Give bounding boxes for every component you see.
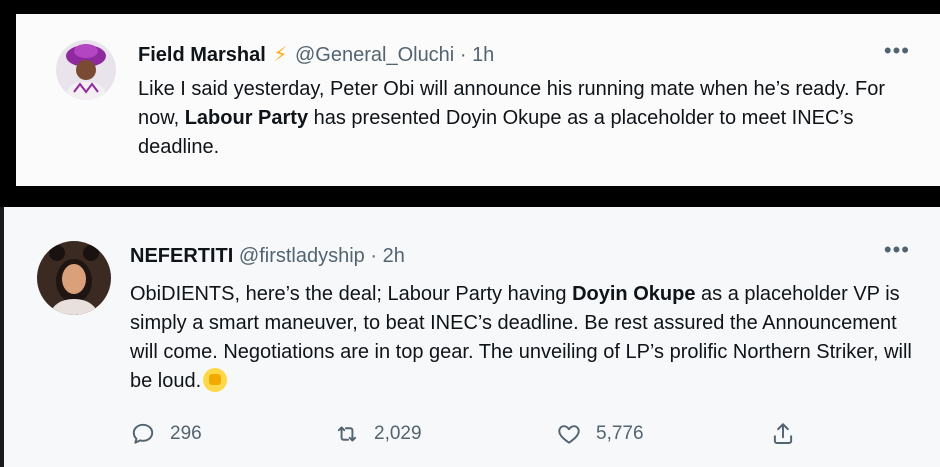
share-icon [773,423,793,444]
like-button[interactable]: 5,776 [556,421,644,447]
handle[interactable]: @firstladyship [239,245,365,267]
retweet-icon [337,426,357,442]
separator-dot: · [459,44,467,66]
tweet-actions: 296 2,029 5,776 [130,421,830,451]
heart-icon [558,425,580,444]
more-options-icon[interactable]: ••• [884,38,910,64]
retweet-count: 2,029 [374,423,422,444]
display-name[interactable]: Field Marshal [138,44,266,66]
tweet-card[interactable]: Field Marshal ⚡ @General_Oluchi · 1h •••… [16,14,940,186]
share-button[interactable] [770,421,796,447]
avatar[interactable] [56,40,116,100]
handle[interactable]: @General_Oluchi [295,44,454,66]
tweet-text-bold: Doyin Okupe [572,283,696,305]
timestamp[interactable]: 2h [383,245,405,267]
tweet-card[interactable]: NEFERTITI @firstladyship · 2h ••• ObiDIE… [0,207,940,467]
tweet-text: Like I said yesterday, Peter Obi will an… [138,75,918,162]
lightning-icon: ⚡ [273,44,288,66]
raised-fist-emoji-icon [203,368,228,392]
more-options-icon[interactable]: ••• [884,237,910,263]
tweet-header: NEFERTITI @firstladyship · 2h [130,245,405,268]
reply-button[interactable]: 296 [130,421,202,447]
retweet-button[interactable]: 2,029 [334,421,422,447]
tweet-text: ObiDIENTS, here’s the deal; Labour Party… [130,280,920,396]
separator-dot: · [370,245,378,267]
like-count: 5,776 [596,423,644,444]
reply-count: 296 [170,423,202,444]
reply-icon [132,423,154,444]
tweet-header: Field Marshal ⚡ @General_Oluchi · 1h [138,42,494,67]
timestamp[interactable]: 1h [472,44,494,66]
avatar[interactable] [37,241,111,315]
display-name[interactable]: NEFERTITI [130,245,233,267]
tweet-text-part: ObiDIENTS, here’s the deal; Labour Party… [130,283,573,305]
tweet-text-bold: Labour Party [184,107,309,129]
